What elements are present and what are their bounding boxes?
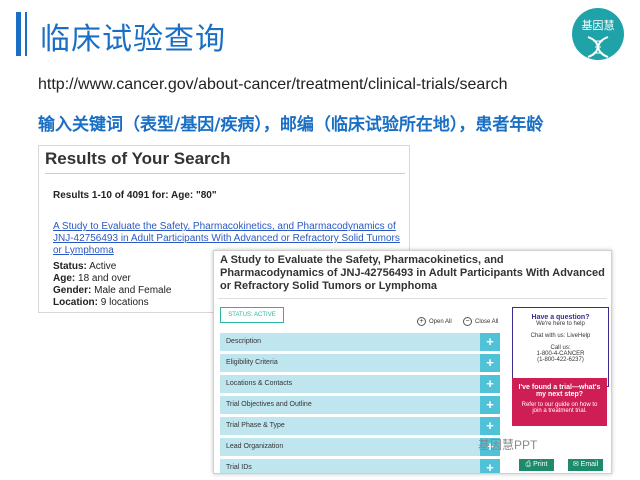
- dna-icon: [587, 36, 609, 58]
- open-all-label: Open All: [429, 319, 452, 326]
- email-icon: ✉: [572, 461, 579, 468]
- plus-icon: +: [417, 317, 426, 326]
- accordion-label: Lead Organization: [226, 443, 284, 450]
- accordion-locations[interactable]: Locations & Contacts +: [220, 375, 500, 393]
- question-box: Have a question? We're here to help Chat…: [512, 307, 609, 387]
- accordion-label: Trial IDs: [226, 464, 252, 471]
- accordion-label: Description: [226, 338, 262, 345]
- accordion-phase[interactable]: Trial Phase & Type +: [220, 417, 500, 435]
- question-title: Have a question?: [531, 314, 590, 321]
- slide-subtitle: 输入关键词（表型/基因/疾病），邮编（临床试验所在地），患者年龄: [38, 115, 544, 135]
- status-row: Status: Active: [53, 261, 116, 272]
- divider: [218, 298, 607, 299]
- status-value: Active: [89, 261, 117, 272]
- trial-title: A Study to Evaluate the Safety, Pharmaco…: [220, 254, 605, 292]
- plus-icon: +: [480, 333, 500, 351]
- accordion-description[interactable]: Description +: [220, 333, 500, 351]
- next-step-body: Refer to our guide on how to join a trea…: [521, 402, 598, 414]
- next-step-box[interactable]: I've found a trial—what's my next step? …: [512, 378, 607, 426]
- status-label: Status:: [53, 261, 87, 272]
- gender-row: Gender: Male and Female: [53, 285, 171, 296]
- slide-title: 临床试验查询: [40, 22, 226, 57]
- accordion-objectives[interactable]: Trial Objectives and Outline +: [220, 396, 500, 414]
- status-badge: STATUS: ACTIVE: [220, 307, 284, 323]
- location-label: Location:: [53, 297, 98, 308]
- accordion-lead-org[interactable]: Lead Organization +: [220, 438, 500, 456]
- accordion-label: Locations & Contacts: [226, 380, 293, 387]
- print-label: Print: [533, 461, 548, 468]
- trial-detail-panel: A Study to Evaluate the Safety, Pharmaco…: [213, 250, 612, 474]
- email-label: Email: [580, 461, 599, 468]
- logo: 基因慧: [572, 8, 624, 60]
- age-value: 18 and over: [78, 273, 131, 284]
- minus-icon: −: [463, 317, 472, 326]
- watermark: 基因慧PPT: [478, 438, 538, 452]
- gender-value: Male and Female: [94, 285, 172, 296]
- open-all-button[interactable]: + Open All: [417, 317, 452, 326]
- age-label: Age:: [53, 273, 76, 284]
- print-icon: ⎙: [525, 461, 532, 468]
- title-accent-bar-thin: [25, 12, 27, 56]
- accordion-label: Trial Phase & Type: [226, 422, 285, 429]
- plus-icon: +: [480, 354, 500, 372]
- results-count: Results 1-10 of 4091 for: Age: "80": [53, 190, 217, 201]
- plus-icon: +: [480, 459, 500, 473]
- accordion-trial-ids[interactable]: Trial IDs +: [220, 459, 500, 473]
- divider: [45, 173, 405, 174]
- logo-text: 基因慧: [581, 19, 615, 32]
- plus-icon: +: [480, 396, 500, 414]
- results-heading: Results of Your Search: [45, 149, 231, 168]
- chat-link[interactable]: Chat with us: LiveHelp: [513, 333, 608, 339]
- accordion-label: Trial Objectives and Outline: [226, 401, 312, 408]
- question-subtitle: We're here to help: [536, 321, 585, 327]
- location-value: 9 locations: [100, 297, 149, 308]
- location-row: Location: 9 locations: [53, 297, 149, 308]
- gender-label: Gender:: [53, 285, 92, 296]
- plus-icon: +: [480, 417, 500, 435]
- phone-number-alt: (1-800-422-6237): [537, 357, 584, 363]
- url-text: http://www.cancer.gov/about-cancer/treat…: [38, 76, 508, 93]
- print-button[interactable]: ⎙ Print: [519, 459, 554, 471]
- title-accent-bar: [16, 12, 21, 56]
- plus-icon: +: [480, 375, 500, 393]
- email-button[interactable]: ✉ Email: [568, 459, 603, 471]
- accordion-eligibility[interactable]: Eligibility Criteria +: [220, 354, 500, 372]
- age-row: Age: 18 and over: [53, 273, 131, 284]
- close-all-button[interactable]: − Close All: [463, 317, 498, 326]
- accordion-label: Eligibility Criteria: [226, 359, 278, 366]
- next-step-title: I've found a trial—what's my next step?: [518, 384, 601, 398]
- close-all-label: Close All: [475, 319, 499, 326]
